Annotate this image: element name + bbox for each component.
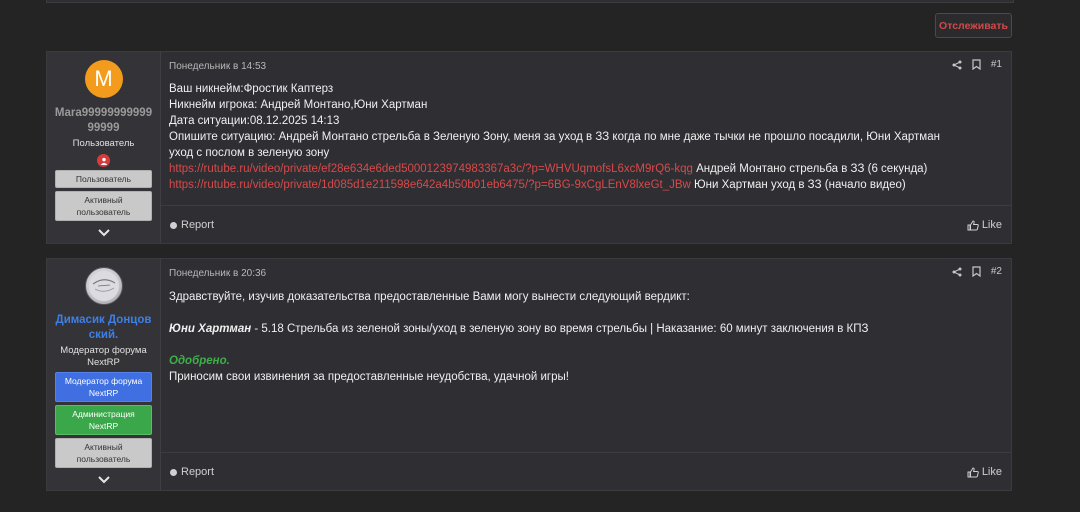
post-number[interactable]: #2 (991, 266, 1002, 277)
like-button[interactable]: Like (967, 466, 1002, 478)
message-line: https://rutube.ru/video/private/1d085d1e… (169, 177, 959, 193)
avatar-image (88, 271, 119, 301)
like-label: Like (981, 466, 1002, 478)
report-icon (170, 468, 177, 476)
user-badge: Администрация NextRP (55, 405, 152, 435)
bookmark-icon[interactable] (972, 266, 981, 277)
video-link[interactable]: https://rutube.ru/video/private/1d085d1e… (169, 179, 691, 191)
message-line: https://rutube.ru/video/private/ef28e634… (169, 161, 959, 177)
post: Димасик Донцовский. Модератор форума Nex… (46, 258, 1012, 491)
previous-panel (46, 0, 1014, 3)
like-button[interactable]: Like (967, 219, 1002, 231)
report-button[interactable]: Report (170, 219, 214, 231)
user-badge: Модератор форума NextRP (55, 372, 152, 402)
post-body: Здравствуйте, изучив доказательства пред… (169, 289, 959, 385)
post-actions: #2 (952, 266, 1002, 277)
post-footer: Report Like (161, 205, 1011, 243)
post-actions: #1 (952, 59, 1002, 70)
user-info: Димасик Донцовский. Модератор форума Nex… (47, 259, 161, 490)
post: M Mara9999999999999999 Пользователь Поль… (46, 51, 1012, 244)
bookmark-icon[interactable] (972, 59, 981, 70)
message-line: Юни Хартман - 5.18 Стрельба из зеленой з… (169, 321, 959, 337)
message-line: Ваш никнейм:Фростик Каптерз (169, 83, 334, 95)
message-line: Никнейм игрока: Андрей Монтано,Юни Хартм… (169, 99, 428, 111)
user-badge: Активный пользователь (55, 438, 152, 468)
user-info: M Mara9999999999999999 Пользователь Поль… (47, 52, 161, 243)
share-icon[interactable] (952, 60, 962, 70)
report-button[interactable]: Report (170, 466, 214, 478)
post-body: Ваш никнейм:Фростик Каптерз Никнейм игро… (169, 81, 959, 193)
like-label: Like (981, 219, 1002, 231)
post-content: Понедельник в 14:53 #1 Ваш никнейм:Фрост… (161, 52, 1011, 243)
post-number[interactable]: #1 (991, 59, 1002, 70)
thumbs-up-icon (967, 219, 979, 230)
post-footer: Report Like (161, 452, 1011, 490)
message-line: Приносим свои извинения за предоставленн… (169, 371, 569, 383)
message-line: Здравствуйте, изучив доказательства пред… (169, 291, 690, 303)
post-content: Понедельник в 20:36 #2 Здравствуйте, изу… (161, 259, 1011, 490)
avatar[interactable] (84, 267, 123, 305)
user-title: Пользователь (72, 138, 135, 149)
username[interactable]: Димасик Донцовский. (54, 313, 154, 343)
share-icon[interactable] (952, 267, 962, 277)
user-badge: Активный пользователь (55, 191, 152, 221)
user-role-icon (97, 154, 110, 167)
chevron-down-icon[interactable] (97, 225, 111, 237)
avatar[interactable]: M (84, 60, 123, 98)
link-description: Юни Хартман уход в ЗЗ (начало видео) (690, 179, 906, 191)
verdict-text: - 5.18 Стрельба из зеленой зоны/уход в з… (251, 323, 869, 335)
video-link[interactable]: https://rutube.ru/video/private/ef28e634… (169, 163, 693, 175)
report-icon (170, 221, 177, 229)
user-badge: Пользователь (55, 170, 152, 188)
username[interactable]: Mara9999999999999999 (54, 106, 154, 136)
link-description: Андрей Монтано стрельба в ЗЗ (6 секунда) (692, 163, 928, 175)
thumbs-up-icon (967, 466, 979, 477)
report-label: Report (181, 219, 215, 231)
post-date[interactable]: Понедельник в 20:36 (169, 268, 266, 279)
follow-button[interactable]: Отслеживать (935, 13, 1012, 38)
message-line: Опишите ситуацию: Андрей Монтано стрельб… (169, 131, 940, 159)
report-label: Report (181, 466, 215, 478)
status-label: Одобрено. (169, 355, 230, 367)
user-title: Модератор форума NextRP (60, 345, 147, 368)
message-line: Дата ситуации:08.12.2025 14:13 (169, 115, 340, 127)
player-name: Юни Хартман (169, 323, 252, 335)
post-date[interactable]: Понедельник в 14:53 (169, 61, 266, 72)
chevron-down-icon[interactable] (97, 472, 111, 484)
